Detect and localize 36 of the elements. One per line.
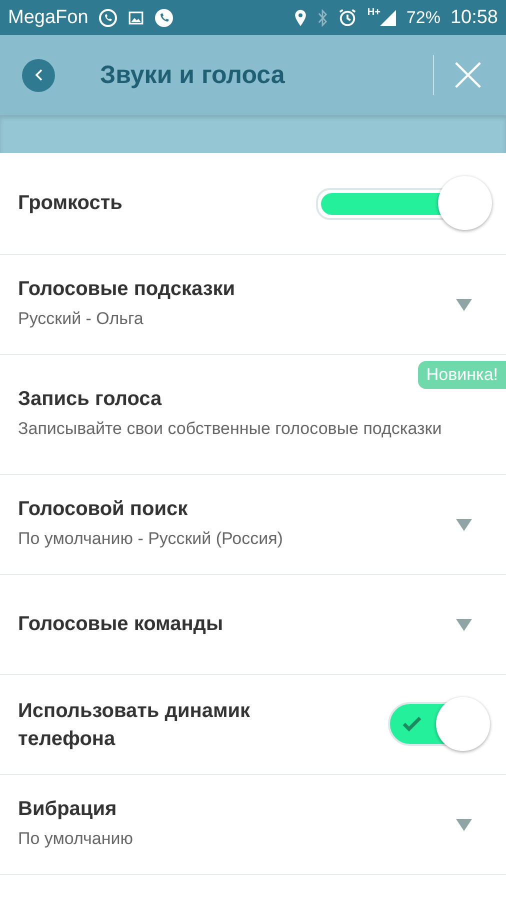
toggle-switch[interactable] [388, 696, 490, 752]
volume-slider[interactable] [316, 176, 492, 232]
phone-icon [154, 8, 174, 28]
location-icon [294, 8, 308, 26]
close-icon [454, 61, 482, 89]
bluetooth-icon [317, 8, 328, 26]
setting-title: Использовать динамик телефона [18, 698, 252, 752]
setting-subtitle: Русский - Ольга [18, 308, 144, 330]
setting-title: Голосовые подсказки [18, 278, 236, 301]
check-icon [402, 716, 422, 732]
signal-icon [380, 10, 396, 26]
dropdown-caret-icon[interactable] [456, 618, 472, 630]
clock: 10:58 [450, 6, 498, 28]
setting-title: Запись голоса [18, 388, 163, 411]
network-type: H+ [367, 7, 380, 18]
setting-title: Громкость [18, 192, 124, 215]
setting-subtitle: По умолчанию - Русский (Россия) [18, 528, 284, 550]
dropdown-caret-icon[interactable] [456, 818, 472, 830]
battery-percent: 72% [406, 8, 440, 28]
close-button[interactable] [454, 61, 482, 89]
new-badge: Новинка! [418, 361, 506, 389]
back-icon [34, 68, 44, 82]
setting-subtitle: По умолчанию [18, 828, 134, 850]
setting-title: Вибрация [18, 798, 118, 821]
image-icon [128, 10, 144, 26]
screen-title: Звуки и голоса [100, 60, 285, 90]
slider-thumb[interactable] [438, 176, 492, 230]
dropdown-caret-icon[interactable] [456, 298, 472, 310]
setting-title: Голосовые команды [18, 613, 224, 636]
alarm-icon [338, 8, 358, 27]
setting-title: Голосовой поиск [18, 498, 189, 521]
setting-subtitle: Записывайте свои собственные голосовые подсказки [18, 418, 443, 440]
chat-icon [98, 8, 118, 28]
dropdown-caret-icon[interactable] [456, 518, 472, 530]
carrier-name: MegaFon [8, 6, 88, 28]
back-button[interactable] [22, 58, 55, 92]
